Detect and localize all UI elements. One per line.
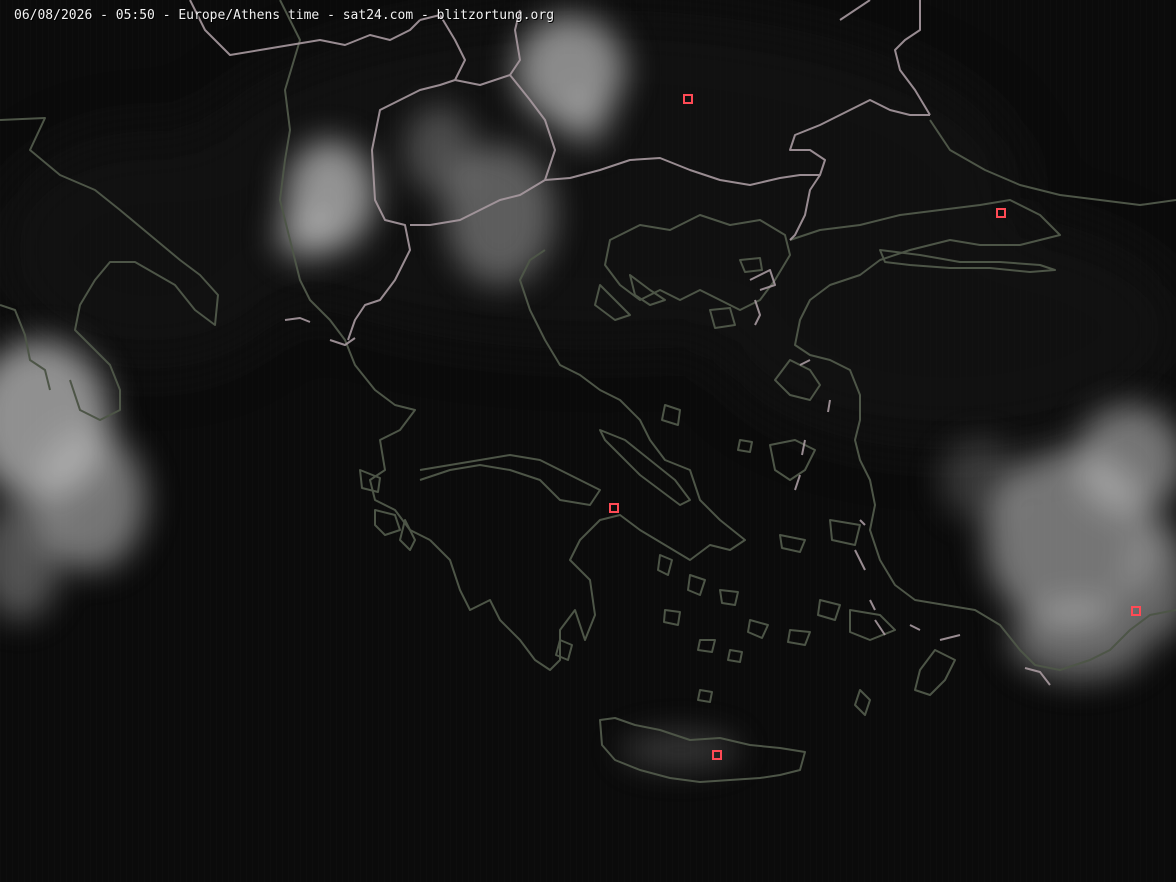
timestamp-caption: 06/08/2026 - 05:50 - Europe/Athens time …	[14, 8, 555, 23]
satellite-map: 06/08/2026 - 05:50 - Europe/Athens time …	[0, 0, 1176, 882]
map-canvas	[0, 0, 1176, 882]
